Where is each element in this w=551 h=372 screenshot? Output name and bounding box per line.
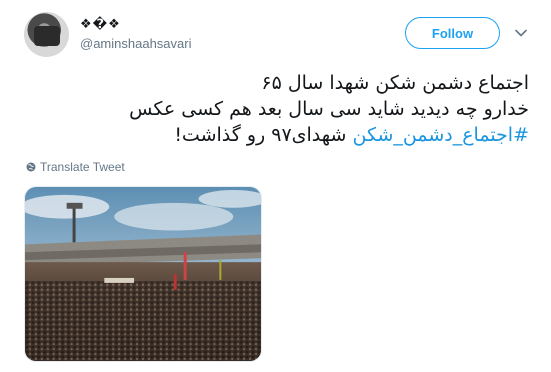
avatar[interactable] (24, 12, 69, 57)
tweet-text: اجتماع دشمن شکن شهدا سال ۶۵ خدارو چه دید… (29, 70, 529, 148)
avatar-camera-figure (34, 26, 60, 46)
tweet-photo[interactable] (24, 186, 262, 362)
chevron-down-icon[interactable] (514, 26, 528, 40)
tweet-line-3-text: شهدای۹۷ رو گذاشت! (174, 124, 353, 146)
globe-icon (26, 162, 36, 172)
author-handle[interactable]: @aminshaahsavari (80, 36, 191, 51)
tweet-line-3: #اجتماع_دشمن_شکن شهدای۹۷ رو گذاشت! (29, 122, 529, 148)
author-name[interactable]: ❖�❖ (80, 16, 121, 32)
follow-button[interactable]: Follow (405, 17, 500, 49)
translate-tweet-link[interactable]: Translate Tweet (26, 160, 125, 174)
translate-tweet-label: Translate Tweet (40, 160, 125, 174)
tweet-line-2: خدارو چه دیدید شاید سی سال بعد هم کسی عک… (129, 98, 529, 120)
hashtag-link[interactable]: #اجتماع_دشمن_شکن (353, 124, 530, 146)
tweet-line-1: اجتماع دشمن شکن شهدا سال ۶۵ (261, 72, 529, 94)
